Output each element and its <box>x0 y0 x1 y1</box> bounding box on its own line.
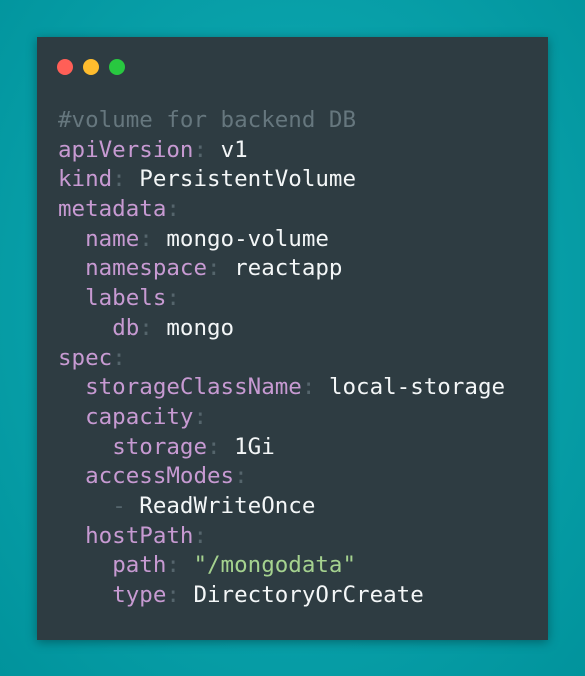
yaml-colon: : <box>166 285 180 312</box>
code-line: accessModes: <box>58 462 505 492</box>
maximize-dot-icon[interactable] <box>109 59 125 75</box>
code-line: storage: 1Gi <box>58 433 505 463</box>
close-dot-icon[interactable] <box>57 59 73 75</box>
minimize-dot-icon[interactable] <box>83 59 99 75</box>
yaml-colon: : <box>301 374 316 401</box>
code-comment: #volume for backend DB <box>58 107 357 133</box>
yaml-colon: : <box>207 433 221 460</box>
yaml-colon: : <box>234 463 248 490</box>
yaml-value: mongo <box>166 314 235 341</box>
yaml-key: storageClassName <box>85 374 302 401</box>
yaml-key: kind <box>58 166 113 193</box>
yaml-colon: : <box>166 582 180 608</box>
yaml-key: db <box>112 314 140 341</box>
code-line: path: "/mongodata" <box>58 551 505 581</box>
yaml-colon: : <box>193 403 208 430</box>
yaml-key: name <box>85 225 140 252</box>
code-line: #volume for backend DB <box>58 106 505 136</box>
code-window: #volume for backend DB apiVersion: v1 kind… <box>37 37 548 640</box>
yaml-colon: : <box>166 552 180 579</box>
code-line: type: DirectoryOrCreate <box>58 581 505 611</box>
yaml-colon: : <box>207 255 221 282</box>
code-line: kind: PersistentVolume <box>58 165 505 195</box>
yaml-key: apiVersion <box>58 136 194 163</box>
yaml-colon: : <box>139 225 153 252</box>
yaml-value: mongo-volume <box>166 225 329 252</box>
yaml-value: ReadWriteOnce <box>139 492 316 519</box>
code-line: labels: <box>58 284 505 314</box>
code-line: spec: <box>58 344 505 374</box>
yaml-value: 1Gi <box>234 433 275 460</box>
code-block: #volume for backend DB apiVersion: v1 kind… <box>58 106 505 611</box>
yaml-key: type <box>112 582 167 608</box>
code-line: - ReadWriteOnce <box>58 492 505 522</box>
yaml-colon: : <box>193 136 208 163</box>
yaml-key: accessModes <box>85 463 235 490</box>
yaml-key: metadata <box>58 196 167 223</box>
code-line: metadata: <box>58 195 505 225</box>
yaml-key: spec <box>58 344 113 371</box>
yaml-value: DirectoryOrCreate <box>193 582 424 608</box>
code-line: storageClassName: local-storage <box>58 373 505 403</box>
yaml-colon: : <box>166 196 180 223</box>
code-line: hostPath: <box>58 522 505 552</box>
list-dash: - <box>112 492 126 519</box>
code-line: db: mongo <box>58 314 505 344</box>
code-line: name: mongo-volume <box>58 225 505 255</box>
yaml-colon: : <box>139 314 153 341</box>
yaml-key: labels <box>85 285 167 312</box>
yaml-colon: : <box>112 344 126 371</box>
yaml-string-value: "/mongodata" <box>193 552 357 579</box>
yaml-key: namespace <box>85 255 208 282</box>
window-controls <box>57 59 125 75</box>
yaml-key: path <box>112 552 167 579</box>
yaml-colon: : <box>112 166 126 193</box>
code-line: namespace: reactapp <box>58 254 505 284</box>
yaml-value: local-storage <box>328 374 506 401</box>
yaml-value: reactapp <box>234 255 343 282</box>
yaml-value: PersistentVolume <box>139 166 357 193</box>
code-line: capacity: <box>58 403 505 433</box>
yaml-key: storage <box>112 433 208 460</box>
yaml-key: capacity <box>85 403 194 430</box>
yaml-key: hostPath <box>85 522 194 549</box>
yaml-colon: : <box>193 522 208 549</box>
code-line: apiVersion: v1 <box>58 136 505 166</box>
yaml-value: v1 <box>220 136 248 163</box>
